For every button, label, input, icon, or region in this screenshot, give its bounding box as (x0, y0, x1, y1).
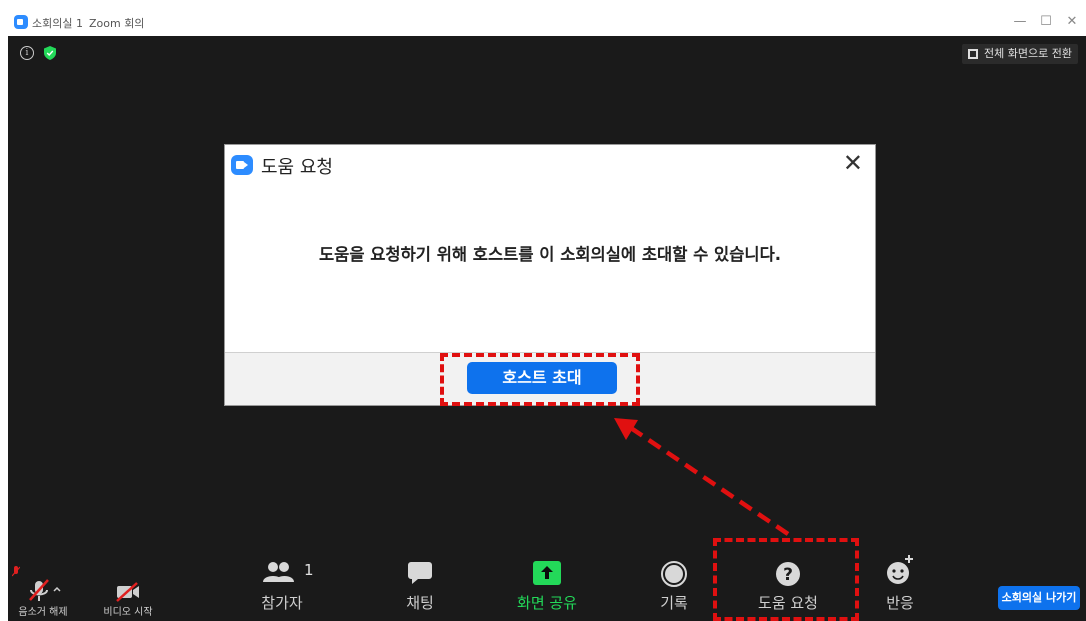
zoom-meeting-window: 소회의실 1 Zoom 회의 — ☐ ✕ i 전체 화면으로 전환 도움 요청 ✕… (8, 8, 1086, 621)
title-bar: 소회의실 1 Zoom 회의 — ☐ ✕ (8, 8, 1086, 36)
annotation-arrow (614, 418, 790, 536)
leave-breakout-room-button[interactable]: 소회의실 나가기 (998, 586, 1080, 610)
participants-button[interactable]: 1 참가자 (232, 538, 332, 621)
maximize-button[interactable]: ☐ (1036, 12, 1056, 32)
video-off-icon (116, 582, 139, 602)
chat-button[interactable]: 채팅 (380, 538, 460, 621)
reaction-icon (887, 555, 913, 584)
fullscreen-button[interactable]: 전체 화면으로 전환 (962, 44, 1078, 64)
info-icon[interactable]: i (20, 46, 34, 60)
share-screen-icon (533, 561, 561, 585)
meeting-toolbar: 음소거 해제 비디오 시작 1 참가자 채팅 화면 공유 기록 ? 도움 요청 … (8, 538, 1086, 621)
participants-count: 1 (304, 561, 314, 579)
dialog-title: 도움 요청 (261, 157, 333, 178)
start-video-label: 비디오 시작 (103, 607, 153, 618)
zoom-app-icon (14, 15, 28, 29)
unmute-label: 음소거 해제 (18, 607, 68, 618)
record-icon (661, 561, 687, 587)
reactions-label: 반응 (886, 594, 914, 612)
record-button[interactable]: 기록 (634, 538, 714, 621)
chat-label: 채팅 (406, 594, 434, 612)
fullscreen-label: 전체 화면으로 전환 (984, 47, 1072, 60)
chat-icon (408, 562, 432, 584)
record-label: 기록 (660, 594, 688, 612)
annotation-box-help (713, 538, 859, 621)
unmute-button[interactable]: 음소거 해제 (8, 538, 78, 621)
audio-indicator-icon (12, 566, 20, 577)
window-title: 소회의실 1 Zoom 회의 (32, 15, 144, 31)
start-video-button[interactable]: 비디오 시작 (92, 538, 164, 621)
window-subtitle: Zoom 회의 (88, 17, 145, 30)
minimize-button[interactable]: — (1010, 12, 1030, 32)
fullscreen-icon (968, 49, 979, 59)
dialog-message: 도움을 요청하기 위해 호스트를 이 소회의실에 초대할 수 있습니다. (318, 245, 782, 264)
annotation-box-invite (440, 353, 640, 406)
dialog-close-button[interactable]: ✕ (843, 149, 863, 177)
share-screen-label: 화면 공유 (517, 594, 577, 612)
share-screen-button[interactable]: 화면 공유 (502, 538, 592, 621)
participants-icon (263, 562, 294, 582)
close-window-button[interactable]: ✕ (1062, 12, 1082, 32)
reactions-button[interactable]: 반응 (860, 538, 940, 621)
mic-off-icon (29, 579, 61, 601)
window-title-text: 소회의실 1 (32, 17, 83, 30)
shield-icon[interactable] (44, 46, 56, 60)
zoom-video-icon (231, 155, 253, 175)
participants-label: 참가자 (261, 594, 303, 612)
